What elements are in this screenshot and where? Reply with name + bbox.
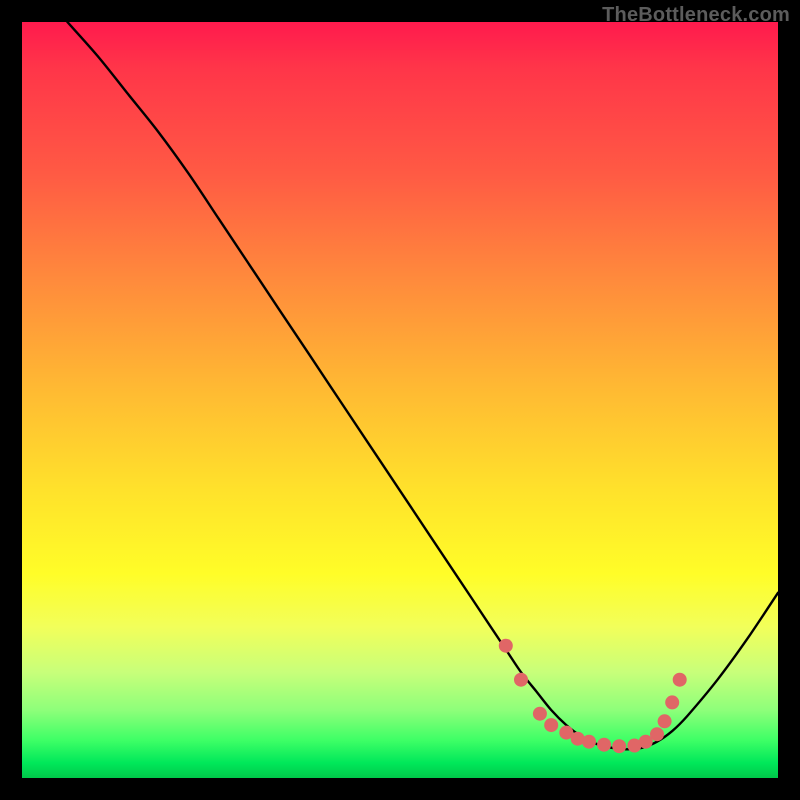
marker-dot <box>582 735 596 749</box>
plot-area <box>22 22 778 778</box>
chart-canvas: TheBottleneck.com <box>0 0 800 800</box>
optimal-range-markers <box>499 639 687 754</box>
marker-dot <box>544 718 558 732</box>
marker-dot <box>597 738 611 752</box>
marker-dot <box>665 695 679 709</box>
marker-dot <box>673 673 687 687</box>
chart-svg <box>22 22 778 778</box>
marker-dot <box>514 673 528 687</box>
marker-dot <box>658 714 672 728</box>
watermark-text: TheBottleneck.com <box>602 4 790 27</box>
marker-dot <box>533 707 547 721</box>
marker-dot <box>612 739 626 753</box>
bottleneck-curve <box>67 22 778 749</box>
marker-dot <box>650 727 664 741</box>
marker-dot <box>499 639 513 653</box>
